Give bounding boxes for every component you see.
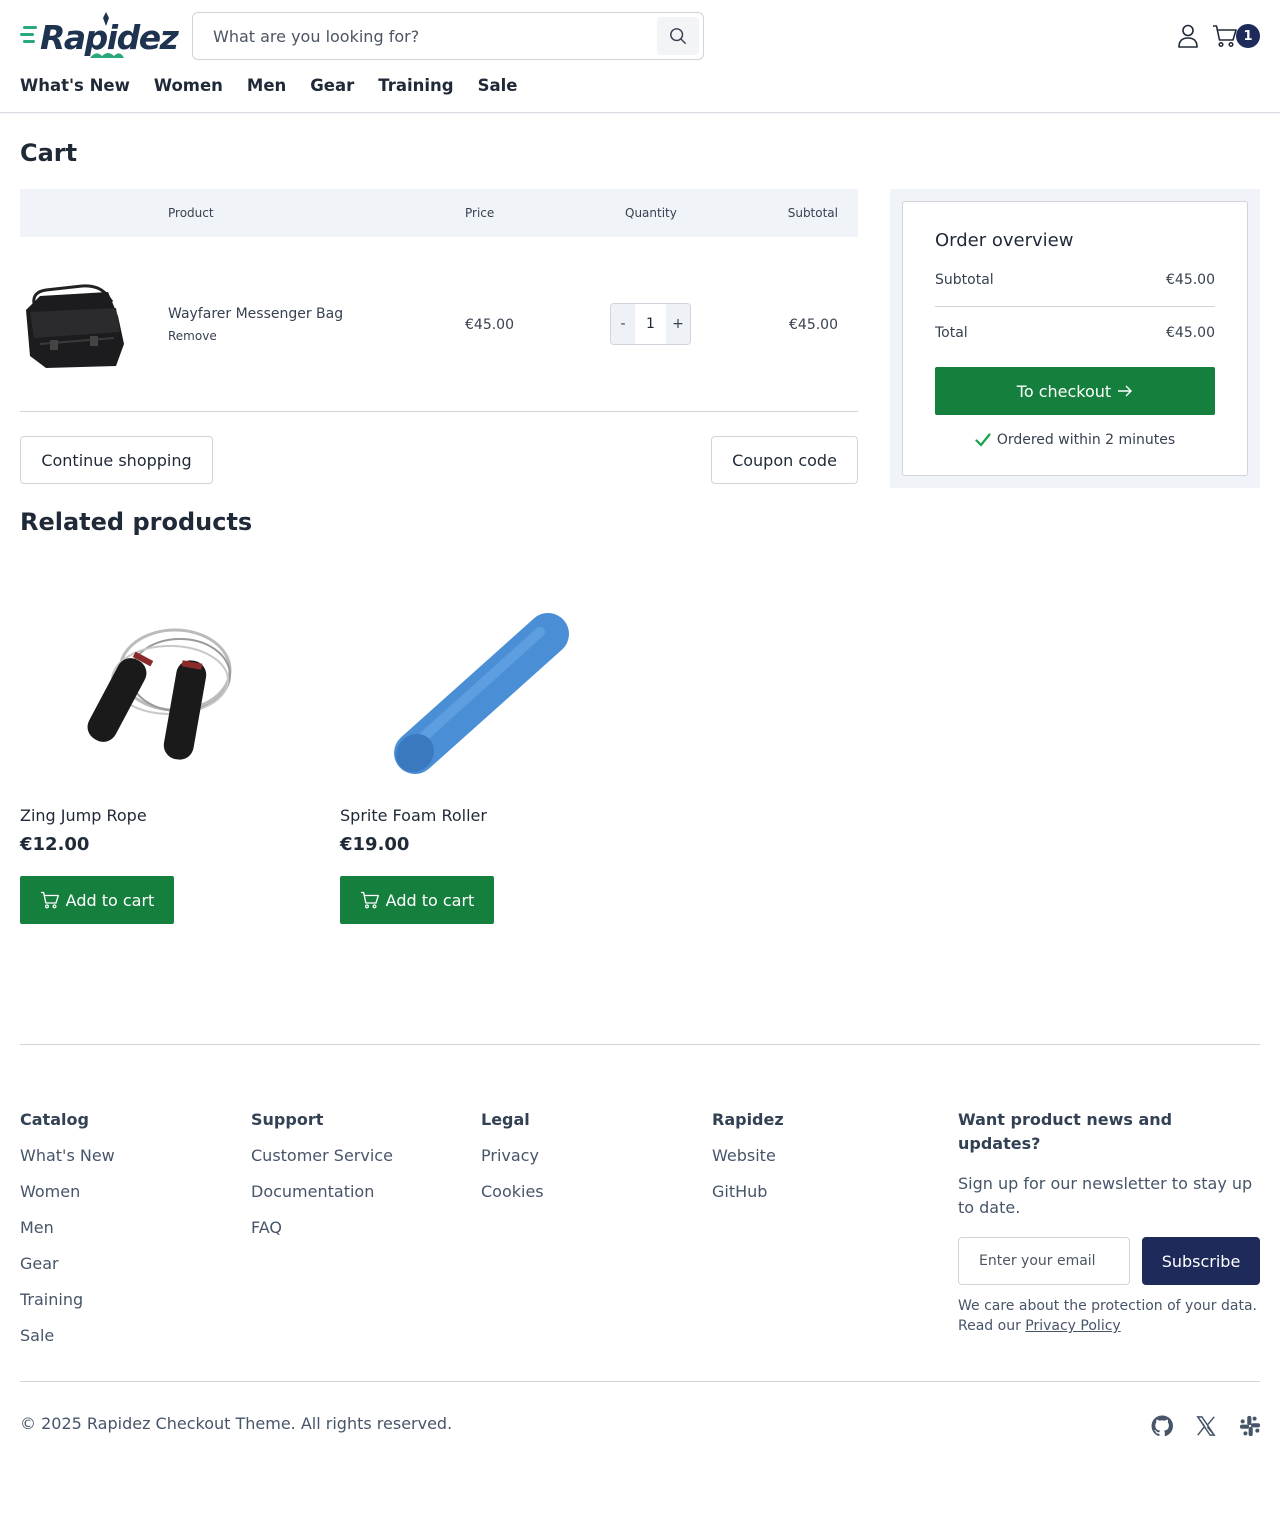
product-card: Sprite Foam Roller €19.00 Add to cart	[340, 570, 640, 930]
footer-heading: Support	[251, 1110, 324, 1129]
checkmark-icon	[975, 433, 991, 447]
overview-divider	[935, 306, 1215, 307]
overview-subtotal-label: Subtotal	[935, 272, 994, 288]
order-overview-title: Order overview	[935, 230, 1074, 251]
cart-item-row: Wayfarer Messenger Bag Remove €45.00 - 1…	[20, 189, 858, 412]
ordered-within-text: Ordered within 2 minutes	[996, 432, 1176, 448]
newsletter-text: Sign up for our newsletter to stay up to…	[958, 1174, 1253, 1217]
search-button[interactable]	[657, 17, 699, 55]
privacy-policy-link[interactable]: Privacy Policy	[1025, 1318, 1120, 1334]
search-icon	[670, 28, 686, 44]
footer-link[interactable]: FAQ	[251, 1216, 393, 1240]
copyright-text: © 2025 Rapidez Checkout Theme. All right…	[20, 1414, 453, 1433]
footer-link[interactable]: Training	[20, 1288, 115, 1312]
overview-subtotal-line: Subtotal €45.00	[935, 272, 1215, 288]
product-price: €19.00	[340, 834, 410, 855]
subscribe-button[interactable]: Subscribe	[1142, 1237, 1260, 1285]
quantity-input[interactable]: 1	[635, 304, 666, 344]
footer-link[interactable]: Customer Service	[251, 1144, 393, 1168]
slack-icon[interactable]	[1239, 1415, 1261, 1437]
footer-heading: Legal	[481, 1110, 530, 1129]
overview-total-label: Total	[935, 325, 968, 341]
page-title: Cart	[20, 139, 78, 167]
search-input[interactable]	[193, 13, 653, 59]
checkout-label: To checkout	[1016, 381, 1112, 401]
add-to-cart-button[interactable]: Add to cart	[20, 876, 174, 924]
footer-link[interactable]: What's New	[20, 1144, 115, 1168]
quantity-decrease-button[interactable]: -	[611, 304, 635, 344]
search-box	[192, 12, 704, 60]
cart-icon	[360, 891, 379, 909]
quantity-increase-button[interactable]: +	[666, 304, 690, 344]
coupon-code-button[interactable]: Coupon code	[711, 436, 858, 484]
footer-link[interactable]: Gear	[20, 1252, 115, 1276]
footer-column-catalog: Catalog What's New Women Men Gear Traini…	[20, 1108, 115, 1348]
arrow-right-icon	[1118, 385, 1133, 397]
product-image[interactable]	[20, 570, 320, 792]
cart-icon	[40, 891, 59, 909]
footer-link[interactable]: Privacy	[481, 1144, 544, 1168]
overview-total-value: €45.00	[1166, 325, 1215, 341]
nav-item-training[interactable]: Training	[378, 74, 453, 98]
related-products-title: Related products	[20, 508, 253, 536]
cart-item-price: €45.00	[465, 317, 514, 333]
add-to-cart-label: Add to cart	[385, 890, 475, 910]
overview-subtotal-value: €45.00	[1166, 272, 1215, 288]
github-icon[interactable]	[1151, 1415, 1173, 1437]
newsletter-email-input[interactable]	[958, 1237, 1130, 1285]
footer-link[interactable]: Cookies	[481, 1180, 544, 1204]
overview-total-line: Total €45.00	[935, 325, 1215, 341]
product-image[interactable]	[20, 282, 126, 372]
x-icon[interactable]	[1195, 1415, 1217, 1437]
footer-heading: Catalog	[20, 1110, 89, 1129]
footer-link[interactable]: Women	[20, 1180, 115, 1204]
quantity-stepper: - 1 +	[610, 303, 691, 345]
footer-column-rapidez: Rapidez Website GitHub	[712, 1108, 784, 1204]
cart-table: Product Price Quantity Subtotal Wayfarer…	[20, 189, 858, 412]
product-price: €12.00	[20, 834, 90, 855]
product-image[interactable]	[340, 570, 640, 792]
footer-link[interactable]: Sale	[20, 1324, 115, 1348]
footer-column-legal: Legal Privacy Cookies	[481, 1108, 544, 1204]
product-card: Zing Jump Rope €12.00 Add to cart	[20, 570, 320, 930]
cart-item-name[interactable]: Wayfarer Messenger Bag	[168, 306, 343, 322]
main-nav: What's New Women Men Gear Training Sale	[20, 74, 542, 98]
order-overview-card: Order overview Subtotal €45.00 Total €45…	[902, 201, 1248, 476]
nav-item-men[interactable]: Men	[247, 74, 286, 98]
footer-column-support: Support Customer Service Documentation F…	[251, 1108, 393, 1240]
privacy-note: We care about the protection of your dat…	[958, 1296, 1260, 1336]
footer-link[interactable]: GitHub	[712, 1180, 784, 1204]
footer-divider	[20, 1044, 1260, 1045]
cart-item-subtotal: €45.00	[789, 317, 838, 333]
nav-item-women[interactable]: Women	[154, 74, 223, 98]
cart-icon[interactable]	[1212, 24, 1238, 48]
add-to-cart-button[interactable]: Add to cart	[340, 876, 494, 924]
footer-bottom-divider	[20, 1381, 1260, 1382]
newsletter-heading: Want product news and updates?	[958, 1110, 1173, 1153]
footer-heading: Rapidez	[712, 1110, 784, 1129]
footer-link[interactable]: Documentation	[251, 1180, 393, 1204]
logo[interactable]: Rapidez	[20, 12, 179, 60]
footer-link[interactable]: Men	[20, 1216, 115, 1240]
order-overview-panel: Order overview Subtotal €45.00 Total €45…	[890, 189, 1260, 488]
footer-link[interactable]: Website	[712, 1144, 784, 1168]
nav-item-sale[interactable]: Sale	[478, 74, 518, 98]
ordered-within-note: Ordered within 2 minutes	[903, 432, 1247, 448]
user-icon[interactable]	[1176, 23, 1200, 49]
cart-count-badge: 1	[1236, 24, 1260, 48]
checkout-button[interactable]: To checkout	[935, 367, 1215, 415]
nav-item-whats-new[interactable]: What's New	[20, 74, 130, 98]
nav-item-gear[interactable]: Gear	[310, 74, 354, 98]
add-to-cart-label: Add to cart	[65, 890, 155, 910]
product-name[interactable]: Sprite Foam Roller	[340, 806, 487, 825]
logo-text: Rapidez	[40, 18, 179, 57]
site-header: Rapidez 1 What's New Women Men Gear Trai…	[0, 0, 1280, 113]
remove-item-link[interactable]: Remove	[168, 329, 217, 343]
continue-shopping-button[interactable]: Continue shopping	[20, 436, 213, 484]
product-name[interactable]: Zing Jump Rope	[20, 806, 147, 825]
